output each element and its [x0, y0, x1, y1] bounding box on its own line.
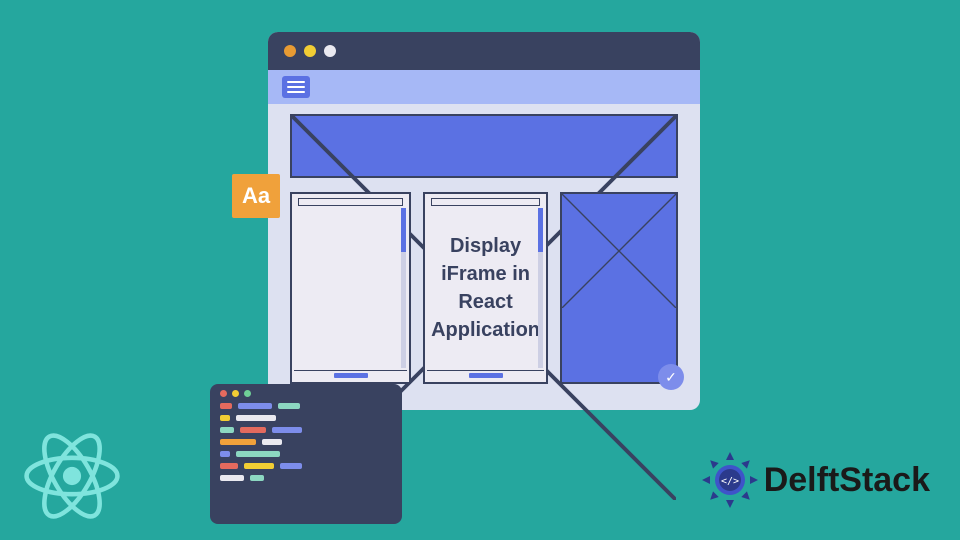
code-line — [220, 415, 392, 421]
delftstack-label: DelftStack — [764, 461, 930, 500]
iframe-caption: Display iFrame in React Application — [425, 206, 546, 370]
code-token — [220, 451, 230, 457]
delftstack-logo-icon: </> — [700, 450, 760, 510]
code-token — [244, 463, 274, 469]
content-columns: Display iFrame in React Application ✓ — [290, 192, 678, 384]
minimize-dot-icon[interactable] — [232, 390, 239, 397]
code-editor-window — [210, 384, 402, 524]
browser-titlebar — [268, 32, 700, 70]
react-logo-icon — [22, 426, 122, 526]
code-line — [220, 475, 392, 481]
svg-text:</>: </> — [721, 476, 739, 487]
scrollbar-vertical[interactable] — [538, 208, 543, 368]
code-token — [272, 427, 302, 433]
code-token — [278, 403, 300, 409]
browser-body: Display iFrame in React Application ✓ — [268, 104, 700, 400]
iframe-box-center: Display iFrame in React Application — [423, 192, 548, 384]
close-dot-icon[interactable] — [220, 390, 227, 397]
cross-diagonals-icon — [562, 194, 676, 308]
browser-toolbar — [268, 70, 700, 104]
typography-badge: Aa — [232, 174, 280, 218]
code-line — [220, 403, 392, 409]
code-token — [220, 415, 230, 421]
window-close-dot[interactable] — [284, 45, 296, 57]
code-token — [250, 475, 264, 481]
window-maximize-dot[interactable] — [324, 45, 336, 57]
check-glyph: ✓ — [665, 369, 677, 386]
side-placeholder: ✓ — [560, 192, 678, 384]
code-token — [262, 439, 282, 445]
code-token — [280, 463, 302, 469]
code-line — [220, 427, 392, 433]
code-token — [220, 427, 234, 433]
code-window-controls — [220, 390, 392, 397]
aa-label: Aa — [242, 183, 270, 209]
code-token — [220, 439, 256, 445]
code-token — [220, 403, 232, 409]
code-line — [220, 451, 392, 457]
window-minimize-dot[interactable] — [304, 45, 316, 57]
hamburger-menu-icon[interactable] — [282, 76, 310, 98]
iframe-box-left — [290, 192, 411, 384]
code-line — [220, 463, 392, 469]
code-token — [236, 415, 276, 421]
scrollbar-vertical[interactable] — [401, 208, 406, 368]
code-token — [220, 475, 244, 481]
browser-window: Display iFrame in React Application ✓ Aa — [268, 32, 700, 410]
code-token — [240, 427, 266, 433]
checkmark-badge-icon: ✓ — [658, 364, 684, 390]
hero-placeholder — [290, 114, 678, 178]
code-token — [236, 451, 280, 457]
code-line — [220, 439, 392, 445]
code-lines — [220, 403, 392, 481]
maximize-dot-icon[interactable] — [244, 390, 251, 397]
delftstack-brand: </> DelftStack — [700, 450, 930, 510]
code-token — [238, 403, 272, 409]
code-token — [220, 463, 238, 469]
